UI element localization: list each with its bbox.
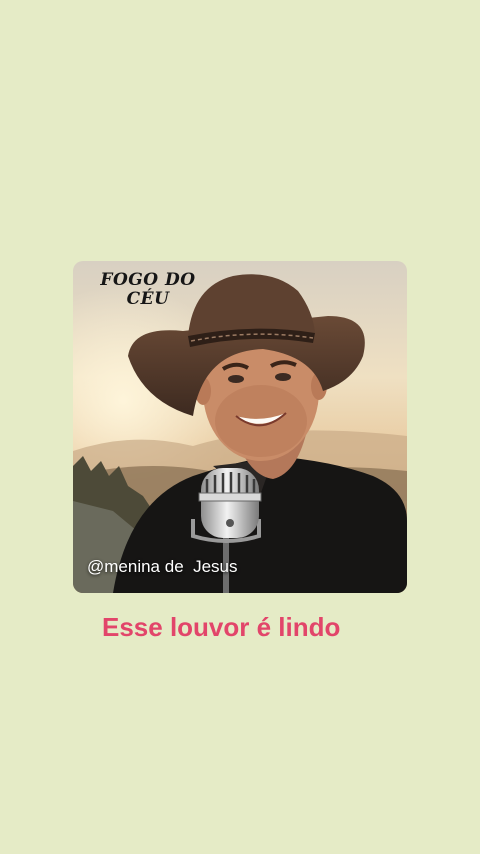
post-title: FOGO DO CÉU: [100, 270, 196, 309]
post-caption: Esse louvor é lindo: [102, 612, 341, 642]
post-image-card[interactable]: FOGO DO CÉU @menina de Jesus: [73, 261, 407, 593]
author-handle: @menina de Jesus: [87, 557, 238, 576]
singer-photo: [73, 261, 407, 593]
